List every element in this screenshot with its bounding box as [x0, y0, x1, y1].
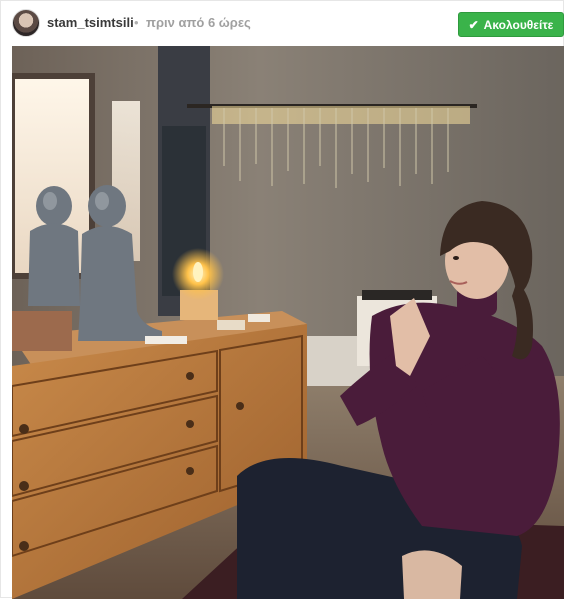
check-icon: ✔: [468, 17, 479, 32]
instagram-post: stam_tsimtsili • πριν από 6 ώρες ✔ Ακολο…: [0, 0, 564, 599]
post-timestamp: πριν από 6 ώρες: [146, 15, 251, 30]
post-header: stam_tsimtsili • πριν από 6 ώρες ✔ Ακολο…: [1, 1, 564, 45]
post-photo[interactable]: [12, 46, 564, 599]
following-label: Ακολουθείτε: [483, 17, 554, 32]
avatar[interactable]: [12, 9, 40, 37]
photo-image: [12, 46, 564, 599]
following-button[interactable]: ✔ Ακολουθείτε: [458, 12, 564, 37]
separator-dot: •: [134, 15, 139, 30]
username-link[interactable]: stam_tsimtsili: [47, 15, 134, 30]
